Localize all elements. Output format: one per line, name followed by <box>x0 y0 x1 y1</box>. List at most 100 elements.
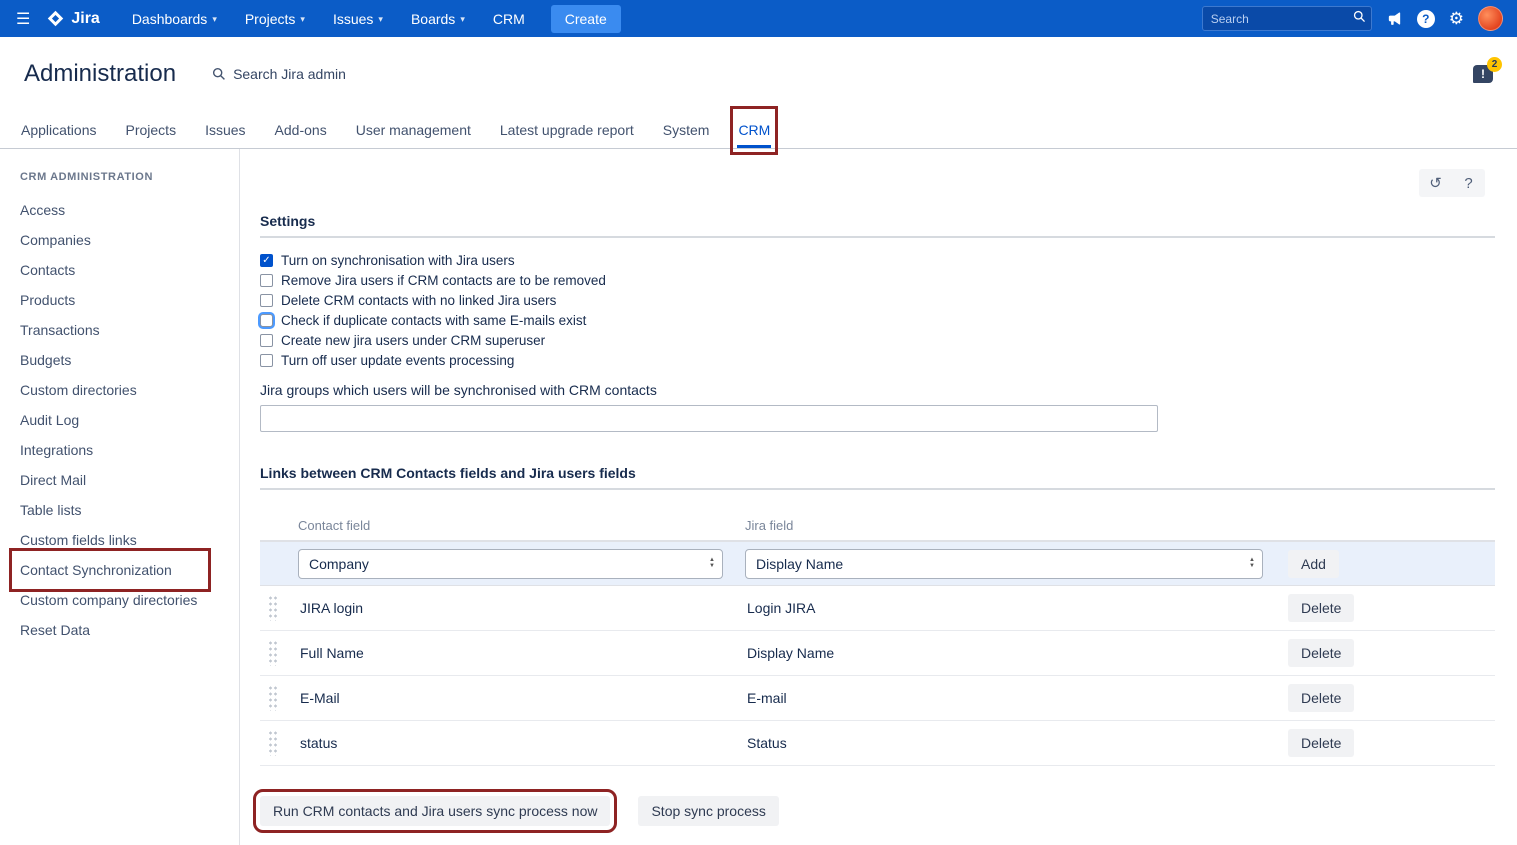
stop-sync-button[interactable]: Stop sync process <box>638 796 778 826</box>
avatar[interactable] <box>1478 6 1503 31</box>
tab-user-management[interactable]: User management <box>355 113 472 148</box>
drag-handle-icon[interactable] <box>268 595 278 621</box>
sidebar-item-companies[interactable]: Companies <box>20 225 91 255</box>
check-icon: ✓ <box>262 255 270 266</box>
page-title: Administration <box>24 60 176 88</box>
refresh-icon: ↺ <box>1429 174 1442 192</box>
checkbox-label: Turn on synchronisation with Jira users <box>281 253 515 268</box>
announcements-icon[interactable] <box>1386 10 1403 27</box>
nav-issues[interactable]: Issues ▾ <box>323 0 393 37</box>
bottom-actions: Run CRM contacts and Jira users sync pro… <box>260 796 1495 826</box>
help-button[interactable]: ? <box>1452 169 1485 197</box>
sidebar-item-direct-mail[interactable]: Direct Mail <box>20 465 86 495</box>
jira-groups-input[interactable] <box>260 405 1158 432</box>
tab-add-ons[interactable]: Add-ons <box>274 113 328 148</box>
sidebar-item-custom-directories[interactable]: Custom directories <box>20 375 137 405</box>
divider <box>260 236 1495 238</box>
sidebar-item-custom-company-directories[interactable]: Custom company directories <box>20 585 197 615</box>
refresh-button[interactable]: ↺ <box>1419 169 1452 197</box>
admin-search[interactable]: Search Jira admin <box>212 66 346 82</box>
drag-handle-icon[interactable] <box>268 730 278 756</box>
delete-cell: Delete <box>1285 729 1495 757</box>
delete-button[interactable]: Delete <box>1288 729 1354 757</box>
add-cell: Add <box>1285 550 1495 578</box>
nav-label: Boards <box>411 11 455 27</box>
drag-handle-icon[interactable] <box>268 640 278 666</box>
drag-handle-icon[interactable] <box>268 685 278 711</box>
checkbox-turn-off-events[interactable] <box>260 354 273 367</box>
nav-dashboards[interactable]: Dashboards ▾ <box>122 0 227 37</box>
run-sync-button[interactable]: Run CRM contacts and Jira users sync pro… <box>260 796 610 826</box>
hamburger-menu-icon[interactable]: ☰ <box>14 9 38 29</box>
notification-badge: 2 <box>1487 57 1502 72</box>
arrow-down-icon: ▼ <box>709 564 715 569</box>
search-icon[interactable] <box>1353 10 1366 23</box>
contact-field-value: status <box>298 735 745 751</box>
sidebar-item-access[interactable]: Access <box>20 195 65 225</box>
chevron-down-icon: ▾ <box>460 14 465 25</box>
jira-field-select[interactable]: Display Name ▲ ▼ <box>745 549 1263 579</box>
nav-search-wrap <box>1202 6 1372 31</box>
tab-issues[interactable]: Issues <box>204 113 246 148</box>
sidebar-item-custom-fields-links[interactable]: Custom fields links <box>20 525 137 555</box>
add-button[interactable]: Add <box>1288 550 1339 578</box>
nav-search-input[interactable] <box>1202 6 1372 31</box>
chevron-down-icon: ▾ <box>300 14 305 25</box>
settings-section: Settings ✓ Turn on synchronisation with … <box>260 213 1495 432</box>
jira-field-value: Display Name <box>745 645 1285 661</box>
jira-brand[interactable]: Jira <box>46 9 99 28</box>
checkbox-delete-contacts[interactable] <box>260 294 273 307</box>
nav-crm[interactable]: CRM <box>483 0 535 37</box>
admin-search-label: Search Jira admin <box>233 66 346 82</box>
sidebar-item-transactions[interactable]: Transactions <box>20 315 100 345</box>
sidebar-item-reset-data[interactable]: Reset Data <box>20 615 90 645</box>
nav-label: Issues <box>333 11 373 27</box>
checkbox-row-remove-users: Remove Jira users if CRM contacts are to… <box>260 270 1495 290</box>
checkbox-label: Delete CRM contacts with no linked Jira … <box>281 293 556 308</box>
contact-field-select[interactable]: Company ▲ ▼ <box>298 549 723 579</box>
select-arrows-icon: ▲ ▼ <box>1249 558 1255 569</box>
sidebar-item-products[interactable]: Products <box>20 285 75 315</box>
sidebar-item-audit-log[interactable]: Audit Log <box>20 405 79 435</box>
add-link-row: Company ▲ ▼ Display Name ▲ ▼ Add <box>260 542 1495 586</box>
delete-button[interactable]: Delete <box>1288 639 1354 667</box>
sidebar-item-contact-synchronization[interactable]: Contact Synchronization <box>16 555 204 585</box>
select-value: Display Name <box>756 556 843 572</box>
tab-projects[interactable]: Projects <box>125 113 178 148</box>
nav-projects[interactable]: Projects ▾ <box>235 0 315 37</box>
tab-crm[interactable]: CRM <box>737 113 771 148</box>
contact-field-value: E-Mail <box>298 690 745 706</box>
sidebar-item-contacts[interactable]: Contacts <box>20 255 75 285</box>
create-button[interactable]: Create <box>551 5 621 33</box>
nav-label: Projects <box>245 11 296 27</box>
checkbox-label: Remove Jira users if CRM contacts are to… <box>281 273 606 288</box>
checkbox-row-sync-on: ✓ Turn on synchronisation with Jira user… <box>260 250 1495 270</box>
tab-applications[interactable]: Applications <box>20 113 98 148</box>
notifications-icon[interactable]: ! 2 <box>1473 65 1493 83</box>
contact-field-value: JIRA login <box>298 600 745 616</box>
select-value: Company <box>309 556 369 572</box>
sidebar-item-table-lists[interactable]: Table lists <box>20 495 81 525</box>
checkbox-check-duplicates[interactable] <box>260 314 273 327</box>
delete-button[interactable]: Delete <box>1288 684 1354 712</box>
tab-system[interactable]: System <box>662 113 711 148</box>
checkbox-row-turn-off-events: Turn off user update events processing <box>260 350 1495 370</box>
checkbox-sync-on[interactable]: ✓ <box>260 254 273 267</box>
jira-field-value: Status <box>745 735 1285 751</box>
help-glyph: ? <box>1422 12 1429 26</box>
help-icon[interactable]: ? <box>1417 10 1435 28</box>
sidebar-item-budgets[interactable]: Budgets <box>20 345 71 375</box>
arrow-down-icon: ▼ <box>1249 564 1255 569</box>
checkbox-create-users[interactable] <box>260 334 273 347</box>
sidebar-heading: CRM ADMINISTRATION <box>20 171 239 183</box>
settings-heading: Settings <box>260 213 1495 229</box>
nav-boards[interactable]: Boards ▾ <box>401 0 475 37</box>
contact-field-value: Full Name <box>298 645 745 661</box>
chevron-down-icon: ▾ <box>378 14 383 25</box>
gear-icon[interactable]: ⚙ <box>1449 10 1464 27</box>
tab-latest-upgrade-report[interactable]: Latest upgrade report <box>499 113 635 148</box>
checkbox-label: Check if duplicate contacts with same E-… <box>281 313 586 328</box>
sidebar-item-integrations[interactable]: Integrations <box>20 435 93 465</box>
checkbox-remove-users[interactable] <box>260 274 273 287</box>
delete-button[interactable]: Delete <box>1288 594 1354 622</box>
